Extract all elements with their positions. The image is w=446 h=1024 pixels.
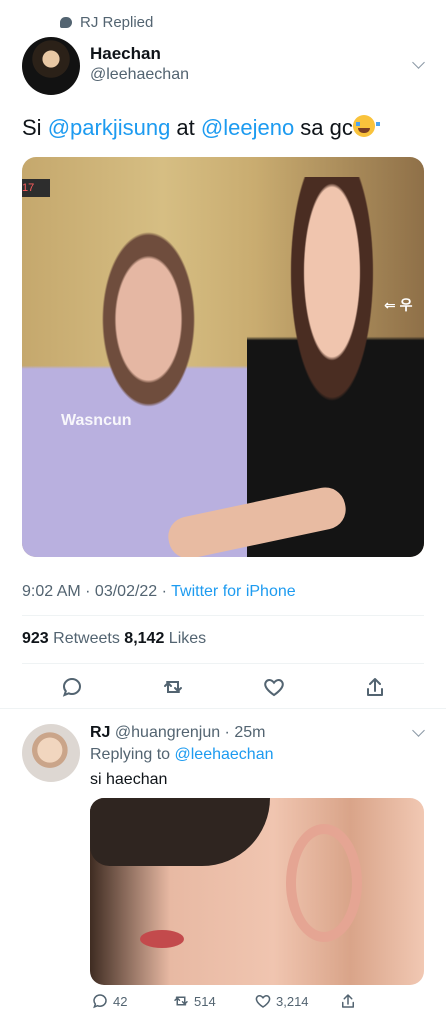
tweet-text: Si @parkjisung at @leejeno sa gc [22, 114, 380, 142]
heart-icon[interactable] [262, 675, 286, 699]
comment-icon[interactable] [60, 675, 84, 699]
reply-heart-icon[interactable] [254, 992, 272, 1010]
retweets-count[interactable]: 923 [22, 630, 49, 647]
reply-like-count: 3,214 [276, 994, 309, 1009]
tweet-stats[interactable]: 923 Retweets 8,142 Likes [22, 630, 206, 648]
author-name[interactable]: Haechan [90, 44, 161, 64]
retweets-label[interactable]: Retweets [49, 630, 125, 647]
reply-comment-icon[interactable] [91, 992, 109, 1010]
replying-to-line: Replying to @leehaechan [90, 746, 273, 764]
likes-count[interactable]: 8,142 [124, 630, 164, 647]
reply-media-lips [140, 930, 184, 948]
reply-author-line[interactable]: RJ @huangrenjun · 25m [90, 724, 265, 742]
media-shirt-text: Wasncun [61, 412, 132, 429]
tweet-text-part: Si [22, 115, 48, 140]
likes-label[interactable]: Likes [164, 630, 206, 647]
media-left-person [22, 227, 252, 557]
reply-share-icon[interactable] [339, 992, 357, 1010]
speech-bubble-icon [60, 16, 72, 28]
divider [22, 663, 424, 664]
mention-parkjisung[interactable]: @parkjisung [48, 115, 171, 140]
crying-face-emoji-icon [352, 115, 380, 137]
tweet-timestamp: 9:02 AM · 03/02/22 · [22, 583, 172, 600]
tweet-text-part: sa gc [294, 115, 353, 140]
reply-comment-count: 42 [113, 994, 128, 1009]
media-corner-tag: 17 [22, 179, 50, 197]
reply-author-handle-time[interactable]: @huangrenjun · 25m [110, 724, 266, 741]
reply-text: si haechan [90, 771, 168, 788]
author-avatar[interactable] [22, 37, 80, 95]
replying-prefix: Replying to [90, 746, 175, 763]
media-right-mark: ⇐ 우 [384, 297, 413, 313]
tweet-actions [0, 671, 446, 703]
reply-options-chevron-icon[interactable] [412, 724, 425, 737]
replied-label: RJ Replied [80, 13, 154, 31]
reply-media-image[interactable] [90, 798, 424, 985]
divider [0, 708, 446, 709]
reply-context-row[interactable]: RJ Replied [60, 12, 153, 32]
reply-actions: 42 514 3,214 [0, 992, 446, 1016]
reply-media-ear [286, 824, 362, 942]
reply-author-avatar[interactable] [22, 724, 80, 782]
divider [22, 615, 424, 616]
share-icon[interactable] [363, 675, 387, 699]
reply-media-hair [90, 798, 270, 866]
reply-author-name[interactable]: RJ [90, 724, 110, 741]
mention-leejeno[interactable]: @leejeno [201, 115, 294, 140]
replying-target-link[interactable]: @leehaechan [175, 746, 274, 763]
reply-retweet-icon[interactable] [172, 992, 190, 1010]
tweet-source-link[interactable]: Twitter for iPhone [171, 583, 296, 600]
author-handle[interactable]: @leehaechan [90, 66, 189, 84]
tweet-text-part: at [170, 115, 201, 140]
retweet-icon[interactable] [161, 675, 185, 699]
tweet-meta: 9:02 AM · 03/02/22 · Twitter for iPhone [22, 583, 296, 601]
tweet-media-image[interactable]: 17 Wasncun ⇐ 우 [22, 157, 424, 557]
reply-retweet-count: 514 [194, 994, 216, 1009]
more-options-chevron-icon[interactable] [412, 56, 425, 69]
